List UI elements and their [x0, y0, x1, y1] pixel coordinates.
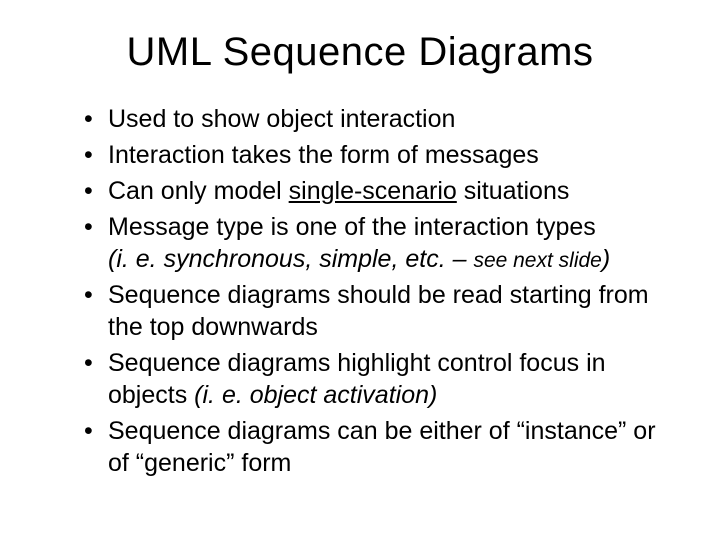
- bullet-text-post: situations: [457, 177, 570, 205]
- list-item: Interaction takes the form of messages: [84, 139, 670, 171]
- bullet-text-italic-post: ): [602, 245, 610, 273]
- bullet-text: Interaction takes the form of messages: [108, 141, 539, 169]
- bullet-text-pre: Can only model: [108, 177, 289, 205]
- bullet-text: Sequence diagrams can be either of “inst…: [108, 417, 656, 477]
- list-item: Can only model single-scenario situation…: [84, 175, 670, 207]
- slide-title: UML Sequence Diagrams: [50, 30, 670, 75]
- bullet-text-underline: single-scenario: [289, 177, 457, 205]
- list-item: Message type is one of the interaction t…: [84, 211, 670, 275]
- bullet-text-line1: Message type is one of the interaction t…: [108, 213, 596, 241]
- bullet-text-italic-pre: (i. e. synchronous, simple, etc. –: [108, 245, 473, 273]
- list-item: Sequence diagrams highlight control focu…: [84, 347, 670, 411]
- list-item: Sequence diagrams can be either of “inst…: [84, 415, 670, 479]
- bullet-text-italic: (i. e. object activation): [194, 381, 437, 409]
- list-item: Used to show object interaction: [84, 103, 670, 135]
- slide: UML Sequence Diagrams Used to show objec…: [0, 0, 720, 540]
- bullet-text-italic-small: see next slide: [473, 249, 601, 272]
- list-item: Sequence diagrams should be read startin…: [84, 279, 670, 343]
- bullet-text: Used to show object interaction: [108, 105, 455, 133]
- bullet-list: Used to show object interaction Interact…: [50, 103, 670, 479]
- bullet-text: Sequence diagrams should be read startin…: [108, 281, 649, 341]
